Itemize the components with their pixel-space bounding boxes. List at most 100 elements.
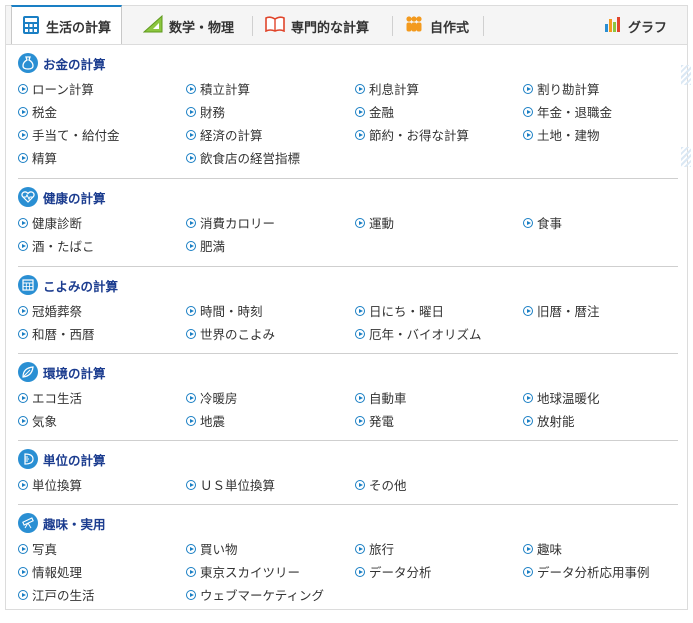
arrow-bullet-icon: [18, 305, 28, 316]
link-item[interactable]: その他: [355, 473, 523, 496]
link-item[interactable]: 利息計算: [355, 77, 523, 100]
link-item[interactable]: 飲食店の経営指標: [186, 146, 355, 169]
link-item[interactable]: 肥満: [186, 234, 355, 257]
link-item[interactable]: ウェブマーケティング: [186, 583, 355, 606]
arrow-bullet-icon: [186, 328, 196, 339]
link-item[interactable]: 買い物: [186, 537, 355, 560]
section-title: お金の計算: [43, 56, 106, 72]
set-square-icon: [142, 14, 163, 37]
link-item[interactable]: 積立計算: [186, 77, 355, 100]
link-item[interactable]: 健康診断: [18, 211, 186, 234]
link-item[interactable]: 世界のこよみ: [186, 322, 355, 345]
link-item[interactable]: 精算: [18, 146, 186, 169]
link-item[interactable]: 税金: [18, 100, 186, 123]
leaf-icon: [18, 362, 38, 382]
tab-label: 数学・物理: [169, 20, 235, 36]
link-item[interactable]: 地震: [186, 409, 355, 432]
arrow-bullet-icon: [186, 83, 196, 94]
link-item[interactable]: 土地・建物: [523, 123, 678, 146]
arrow-bullet-icon: [186, 217, 196, 228]
section-header: こよみの計算: [18, 275, 678, 295]
arrow-bullet-icon: [523, 305, 533, 316]
link-item[interactable]: ＵＳ単位換算: [186, 473, 355, 496]
tab-professional[interactable]: 専門的な計算: [265, 6, 369, 46]
link-item[interactable]: エコ生活: [18, 386, 186, 409]
section-header: お金の計算: [18, 53, 678, 73]
link-item[interactable]: 旧暦・暦注: [523, 299, 678, 322]
arrow-bullet-icon: [355, 328, 365, 339]
tab-graph[interactable]: グラフ: [604, 6, 667, 46]
link-item[interactable]: 時間・時刻: [186, 299, 355, 322]
arrow-bullet-icon: [523, 129, 533, 140]
link-item[interactable]: 和暦・西暦: [18, 322, 186, 345]
link-item[interactable]: 地球温暖化: [523, 386, 678, 409]
link-item[interactable]: 気象: [18, 409, 186, 432]
link-item[interactable]: ローン計算: [18, 77, 186, 100]
link-item[interactable]: 厄年・バイオリズム: [355, 322, 523, 345]
link-item[interactable]: 年金・退職金: [523, 100, 678, 123]
link-item[interactable]: 節約・お得な計算: [355, 123, 523, 146]
tab-custom-formula[interactable]: 自作式: [404, 6, 469, 46]
tab-separator: [392, 16, 393, 36]
tab-label: 生活の計算: [46, 21, 112, 36]
link-item[interactable]: データ分析応用事例: [523, 560, 678, 583]
arrow-bullet-icon: [523, 392, 533, 403]
link-item[interactable]: 放射能: [523, 409, 678, 432]
link-item[interactable]: 発電: [355, 409, 523, 432]
link-item[interactable]: 旅行: [355, 537, 523, 560]
link-item[interactable]: 日にち・曜日: [355, 299, 523, 322]
section-money: お金の計算 ローン計算 積立計算 利息計算 割り勘計算 税金 財務 金融 年金・…: [18, 53, 678, 169]
tab-math-physics[interactable]: 数学・物理: [142, 6, 235, 46]
link-item[interactable]: 冠婚葬祭: [18, 299, 186, 322]
tab-separator: [252, 16, 253, 36]
link-item[interactable]: 経済の計算: [186, 123, 355, 146]
people-icon: [404, 15, 424, 37]
tab-separator: [483, 16, 484, 36]
tab-label: 専門的な計算: [291, 20, 370, 36]
link-item[interactable]: 手当て・給付金: [18, 123, 186, 146]
link-grid: 冠婚葬祭 時間・時刻 日にち・曜日 旧暦・暦注 和暦・西暦 世界のこよみ 厄年・…: [18, 299, 678, 345]
link-item[interactable]: 冷暖房: [186, 386, 355, 409]
section-header: 健康の計算: [18, 187, 678, 207]
link-grid: 写真 買い物 旅行 趣味 情報処理 東京スカイツリー データ分析 データ分析応用…: [18, 537, 678, 606]
link-item[interactable]: 食事: [523, 211, 678, 234]
arrow-bullet-icon: [186, 589, 196, 600]
tab-label: グラフ: [628, 20, 668, 36]
link-item[interactable]: 財務: [186, 100, 355, 123]
link-item[interactable]: 消費カロリー: [186, 211, 355, 234]
arrow-bullet-icon: [186, 543, 196, 554]
arrow-bullet-icon: [523, 217, 533, 228]
link-item[interactable]: データ分析: [355, 560, 523, 583]
arrow-bullet-icon: [523, 83, 533, 94]
link-item[interactable]: 割り勘計算: [523, 77, 678, 100]
section-header: 趣味・実用: [18, 513, 678, 533]
arrow-bullet-icon: [18, 217, 28, 228]
link-item[interactable]: 東京スカイツリー: [186, 560, 355, 583]
arrow-bullet-icon: [355, 543, 365, 554]
link-item[interactable]: 江戸の生活: [18, 583, 186, 606]
link-grid: 単位換算 ＵＳ単位換算 その他: [18, 473, 678, 496]
tab-life[interactable]: 生活の計算: [11, 5, 123, 46]
link-item[interactable]: 酒・たばこ: [18, 234, 186, 257]
link-item[interactable]: 金融: [355, 100, 523, 123]
arrow-bullet-icon: [186, 415, 196, 426]
section-divider: [18, 353, 678, 354]
link-item[interactable]: 運動: [355, 211, 523, 234]
link-item[interactable]: 自動車: [355, 386, 523, 409]
arrow-bullet-icon: [186, 392, 196, 403]
arrow-bullet-icon: [18, 479, 28, 490]
section-hobbies: 趣味・実用 写真 買い物 旅行 趣味 情報処理 東京スカイツリー データ分析 デ…: [18, 513, 678, 606]
arrow-bullet-icon: [18, 392, 28, 403]
link-item[interactable]: 写真: [18, 537, 186, 560]
arrow-bullet-icon: [355, 106, 365, 117]
section-header: 環境の計算: [18, 362, 678, 382]
arrow-bullet-icon: [355, 392, 365, 403]
link-item[interactable]: 情報処理: [18, 560, 186, 583]
section-title: こよみの計算: [43, 278, 119, 294]
arrow-bullet-icon: [355, 217, 365, 228]
link-item[interactable]: 単位換算: [18, 473, 186, 496]
link-item[interactable]: 趣味: [523, 537, 678, 560]
arrow-bullet-icon: [523, 566, 533, 577]
arrow-bullet-icon: [186, 305, 196, 316]
arrow-bullet-icon: [18, 543, 28, 554]
